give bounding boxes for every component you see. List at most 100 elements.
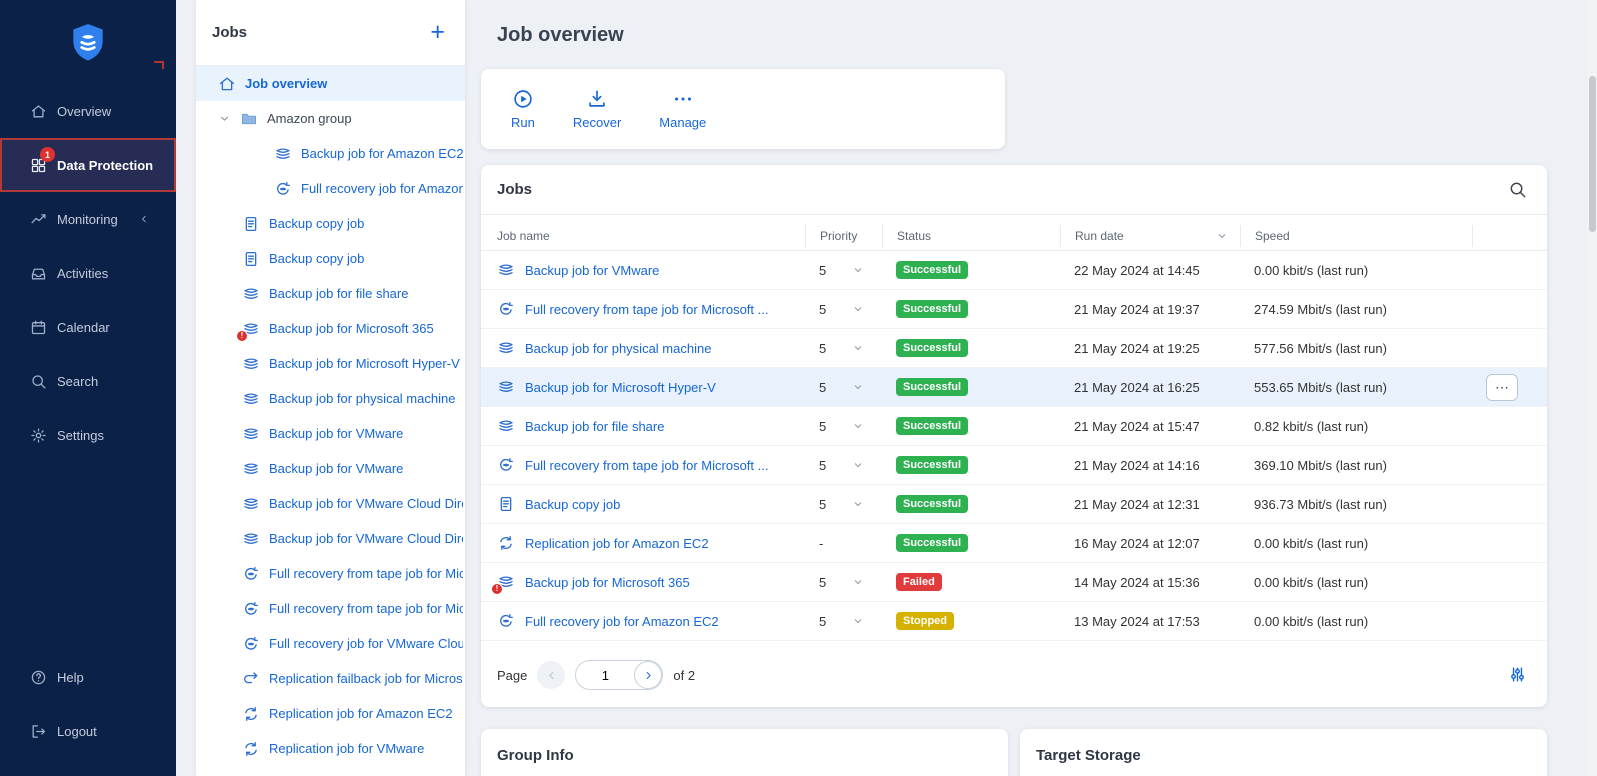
filter-button[interactable] [1507, 665, 1527, 685]
tree-item-label: Full recovery job for Amazon EC2 [301, 181, 463, 196]
tree-item-backup-job-for-file-share[interactable]: Backup job for file share [196, 276, 465, 311]
backup-icon: ! [242, 320, 260, 338]
status-badge: Successful [896, 417, 968, 435]
run-button[interactable]: Run [511, 88, 535, 130]
sidebar-item-activities[interactable]: Activities [0, 246, 176, 300]
priority-value: 5 [819, 380, 826, 395]
sidebar-item-calendar[interactable]: Calendar [0, 300, 176, 354]
scrollbar-thumb[interactable] [1589, 76, 1596, 232]
next-page-button[interactable] [634, 661, 662, 689]
job-name-link[interactable]: Full recovery job for Amazon EC2 [525, 614, 719, 629]
sidebar-item-help[interactable]: Help [0, 650, 176, 704]
sidebar-item-logout[interactable]: Logout [0, 704, 176, 758]
priority-dropdown-icon[interactable] [852, 498, 864, 510]
table-row[interactable]: Backup job for file share5Successful21 M… [481, 407, 1547, 446]
status-badge: Successful [896, 456, 968, 474]
sidebar-item-data-protection[interactable]: 1Data Protection [0, 138, 176, 192]
job-name-cell: Replication job for Amazon EC2 [481, 524, 805, 562]
sidebar-item-monitoring[interactable]: Monitoring [0, 192, 176, 246]
replication-icon [242, 740, 260, 758]
page-number-input[interactable] [580, 668, 630, 683]
job-name-link[interactable]: Backup job for VMware [525, 263, 659, 278]
add-job-button[interactable]: + [426, 20, 449, 45]
sidebar-item-search[interactable]: Search [0, 354, 176, 408]
job-name-link[interactable]: Full recovery from tape job for Microsof… [525, 458, 768, 473]
tune-icon [1508, 665, 1527, 684]
priority-cell: 5 [805, 368, 882, 406]
tree-item-full-recovery-job-for-amazon-ec2[interactable]: Full recovery job for Amazon EC2 [196, 171, 465, 206]
tree-item-backup-job-for-vmware[interactable]: Backup job for VMware [196, 416, 465, 451]
tree-item-replication-failback-job-for-microsoft[interactable]: Replication failback job for Microsoft [196, 661, 465, 696]
tree-item-full-recovery-job-for-vmware-cloud[interactable]: Full recovery job for VMware Cloud [196, 626, 465, 661]
tree-item-backup-copy-job[interactable]: Backup copy job [196, 206, 465, 241]
status-cell: Successful [882, 485, 1060, 523]
tree-item-backup-job-for-microsoft-hyper-v[interactable]: Backup job for Microsoft Hyper-V [196, 346, 465, 381]
job-name-link[interactable]: Backup job for Microsoft 365 [525, 575, 690, 590]
play-icon [512, 88, 534, 110]
table-row[interactable]: Backup job for VMware5Successful22 May 2… [481, 251, 1547, 290]
tree-item-backup-job-for-physical-machine[interactable]: Backup job for physical machine [196, 381, 465, 416]
collapse-icon[interactable] [138, 213, 150, 225]
priority-dropdown-icon[interactable] [852, 420, 864, 432]
prev-page-button[interactable] [537, 661, 565, 689]
tree-item-backup-copy-job[interactable]: Backup copy job [196, 241, 465, 276]
backup-icon [497, 261, 515, 279]
manage-button[interactable]: Manage [659, 88, 706, 130]
row-actions-cell [1472, 485, 1547, 523]
priority-cell: - [805, 524, 882, 562]
table-row[interactable]: Full recovery from tape job for Microsof… [481, 446, 1547, 485]
job-name-link[interactable]: Replication job for Amazon EC2 [525, 536, 709, 551]
job-name-cell: Full recovery job for Amazon EC2 [481, 602, 805, 640]
column-label: Run date [1075, 229, 1124, 243]
priority-dropdown-icon[interactable] [852, 459, 864, 471]
expand-icon[interactable] [218, 112, 231, 125]
run-date-cell: 21 May 2024 at 19:25 [1060, 329, 1240, 367]
priority-dropdown-icon[interactable] [852, 576, 864, 588]
tree-item-backup-job-for-amazon-ec2[interactable]: Backup job for Amazon EC2 [196, 136, 465, 171]
tree-item-full-recovery-from-tape-job-for-microsoft[interactable]: Full recovery from tape job for Microsof… [196, 591, 465, 626]
tree-item-backup-job-for-vmware-cloud-direct[interactable]: Backup job for VMware Cloud Direct [196, 486, 465, 521]
page-scrollbar [1587, 0, 1597, 776]
table-row[interactable]: Full recovery from tape job for Microsof… [481, 290, 1547, 329]
job-name-link[interactable]: Backup copy job [525, 497, 620, 512]
recover-button[interactable]: Recover [573, 88, 621, 130]
sidebar-item-settings[interactable]: Settings [0, 408, 176, 462]
priority-dropdown-icon[interactable] [852, 381, 864, 393]
speed-cell: 0.00 kbit/s (last run) [1240, 602, 1472, 640]
tree-item-backup-job-for-microsoft-365[interactable]: !Backup job for Microsoft 365 [196, 311, 465, 346]
table-row[interactable]: Replication job for Amazon EC2-Successfu… [481, 524, 1547, 563]
job-name-link[interactable]: Backup job for Microsoft Hyper-V [525, 380, 716, 395]
chevron-right-icon [642, 669, 655, 682]
tree-item-backup-job-for-vmware-cloud-direct[interactable]: Backup job for VMware Cloud Direct [196, 521, 465, 556]
jobs-search-button[interactable] [1507, 180, 1527, 200]
priority-dropdown-icon[interactable] [852, 615, 864, 627]
recovery-icon [242, 635, 260, 653]
job-name-link[interactable]: Backup job for file share [525, 419, 664, 434]
logout-icon [30, 723, 47, 740]
job-name-link[interactable]: Full recovery from tape job for Microsof… [525, 302, 768, 317]
status-badge: Successful [896, 339, 968, 357]
table-row[interactable]: Backup copy job5Successful21 May 2024 at… [481, 485, 1547, 524]
sidebar-item-overview[interactable]: Overview [0, 84, 176, 138]
tree-item-full-recovery-from-tape-job-for-microsoft[interactable]: Full recovery from tape job for Microsof… [196, 556, 465, 591]
tree-item-amazon-group[interactable]: Amazon group [196, 101, 465, 136]
job-name-link[interactable]: Backup job for physical machine [525, 341, 711, 356]
tree-item-replication-job-for-amazon-ec2[interactable]: Replication job for Amazon EC2 [196, 696, 465, 731]
priority-dropdown-icon[interactable] [852, 264, 864, 276]
priority-cell: 5 [805, 407, 882, 445]
priority-value: 5 [819, 614, 826, 629]
run-date-cell: 16 May 2024 at 12:07 [1060, 524, 1240, 562]
column-label: Speed [1255, 229, 1290, 243]
tree-item-job-overview[interactable]: Job overview [196, 66, 465, 101]
priority-dropdown-icon[interactable] [852, 342, 864, 354]
table-row[interactable]: Full recovery job for Amazon EC25Stopped… [481, 602, 1547, 641]
tree-item-replication-job-for-vmware[interactable]: Replication job for VMware [196, 731, 465, 766]
column-header-run-date: Run date [1060, 225, 1240, 247]
sort-icon[interactable] [1216, 230, 1228, 242]
tree-item-backup-job-for-vmware[interactable]: Backup job for VMware [196, 451, 465, 486]
table-row[interactable]: Backup job for Microsoft Hyper-V5Success… [481, 368, 1547, 407]
priority-dropdown-icon[interactable] [852, 303, 864, 315]
table-row[interactable]: !Backup job for Microsoft 3655Failed14 M… [481, 563, 1547, 602]
row-menu-button[interactable]: ⋯ [1486, 374, 1518, 401]
table-row[interactable]: Backup job for physical machine5Successf… [481, 329, 1547, 368]
